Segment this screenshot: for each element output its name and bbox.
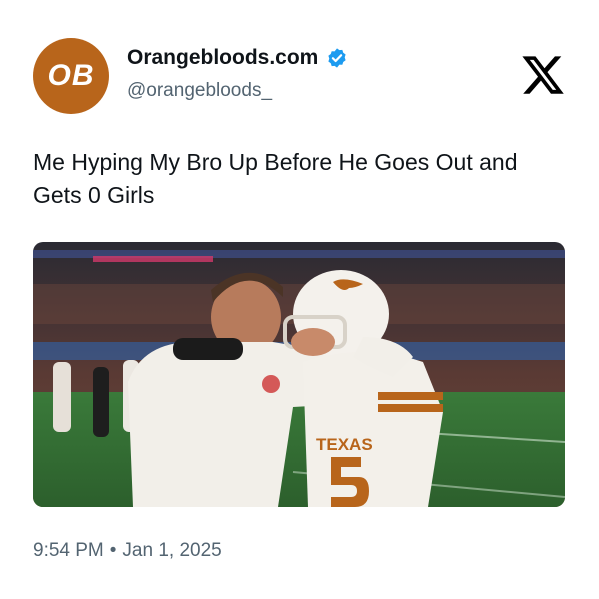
- jersey-text: TEXAS: [316, 435, 373, 454]
- display-name[interactable]: Orangebloods.com: [127, 46, 318, 70]
- timestamp-date: Jan 1, 2025: [122, 540, 222, 561]
- timestamp-separator: •: [109, 540, 117, 561]
- timestamp-time: 9:54 PM: [33, 540, 104, 561]
- verified-badge-icon: [328, 48, 346, 68]
- x-logo-icon[interactable]: [520, 52, 566, 98]
- name-row: Orangebloods.com: [127, 46, 348, 70]
- tweet-card: OB Orangebloods.com @orangebloods_ Me Hy…: [0, 0, 599, 599]
- tweet-timestamp[interactable]: 9:54 PM • Jan 1, 2025: [33, 540, 222, 562]
- avatar-logo-text: OB: [47, 59, 95, 92]
- tweet-media-image[interactable]: TEXAS: [33, 242, 565, 507]
- account-handle[interactable]: @orangebloods_: [127, 80, 272, 102]
- tweet-text: Me Hyping My Bro Up Before He Goes Out a…: [33, 149, 518, 208]
- media-photo: TEXAS: [33, 242, 565, 507]
- avatar[interactable]: OB: [33, 38, 109, 114]
